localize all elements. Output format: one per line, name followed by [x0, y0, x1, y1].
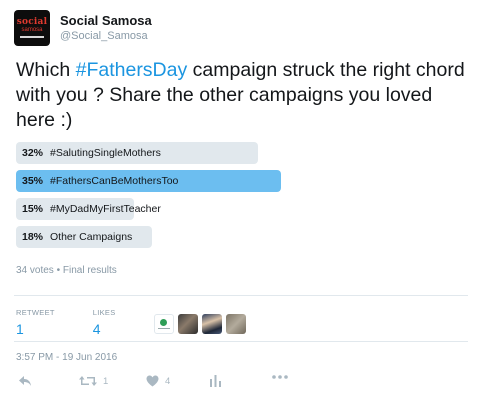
display-name[interactable]: Social Samosa: [60, 13, 152, 29]
tweet-header: social samosa Social Samosa @Social_Samo…: [14, 10, 152, 46]
analytics-button[interactable]: [210, 375, 221, 387]
poll-option-percent: 18%: [22, 231, 44, 243]
poll-option: 32% #SalutingSingleMothers: [16, 142, 284, 164]
like-icon: [146, 375, 159, 387]
avatar-logo-bar: [20, 36, 44, 38]
retweet-button[interactable]: 1: [79, 375, 108, 387]
tweet-text-start: Which: [16, 59, 76, 81]
liker-avatar[interactable]: [153, 314, 174, 334]
retweet-count: 1: [103, 375, 109, 387]
reply-button[interactable]: [18, 375, 32, 387]
poll-option-text: #SalutingSingleMothers: [50, 147, 161, 159]
tweet-actions: 1 4: [16, 375, 316, 395]
like-count: 4: [165, 375, 171, 387]
divider: [14, 295, 468, 296]
liker-avatar[interactable]: [177, 314, 198, 334]
like-button[interactable]: 4: [146, 375, 170, 387]
more-icon: [272, 375, 288, 379]
more-button[interactable]: [272, 375, 288, 379]
retweet-stat-label: RETWEET: [16, 308, 55, 317]
poll-status: Final results: [62, 265, 117, 276]
poll-vote-count: 34 votes: [16, 265, 54, 276]
tweet-stats: RETWEET 1 LIKES 4: [16, 308, 250, 337]
likes-stat[interactable]: LIKES 4: [93, 308, 116, 337]
poll-option-percent: 15%: [22, 203, 44, 215]
poll-option-label: 35% #FathersCanBeMothersToo: [22, 170, 178, 192]
retweet-stat-value: 1: [16, 321, 24, 337]
poll-option-label: 32% #SalutingSingleMothers: [22, 142, 161, 164]
user-handle[interactable]: @Social_Samosa: [60, 29, 152, 44]
tweet-text: Which #FathersDay campaign struck the ri…: [16, 58, 468, 133]
poll-option-percent: 32%: [22, 147, 44, 159]
liker-avatar[interactable]: [201, 314, 222, 334]
likes-stat-value: 4: [92, 321, 101, 337]
poll-option-text: #FathersCanBeMothersToo: [50, 175, 179, 187]
tweet-timestamp[interactable]: 3:57 PM - 19 Jun 2016: [16, 352, 117, 363]
poll-option: 18% Other Campaigns: [16, 226, 284, 248]
poll-summary: 34 votes • Final results: [16, 265, 117, 276]
analytics-icon: [210, 375, 221, 387]
poll-separator: •: [56, 265, 61, 276]
retweet-stat[interactable]: RETWEET 1: [16, 308, 55, 337]
likes-stat-label: LIKES: [92, 308, 116, 317]
avatar[interactable]: social samosa: [14, 10, 50, 46]
retweet-icon: [79, 376, 97, 386]
poll: 32% #SalutingSingleMothers 35% #FathersCan…: [16, 142, 284, 254]
liker-avatar[interactable]: [225, 314, 246, 334]
user-info: Social Samosa @Social_Samosa: [60, 13, 152, 44]
liker-avatars: [153, 314, 250, 334]
poll-option-text: #MyDadMyFirstTeacher: [50, 203, 161, 215]
poll-option-label: 15% #MyDadMyFirstTeacher: [22, 198, 161, 220]
reply-icon: [19, 376, 31, 386]
divider: [14, 341, 468, 342]
avatar-logo-text: social: [16, 17, 48, 27]
poll-option: 35% #FathersCanBeMothersToo: [16, 170, 284, 192]
poll-option: 15% #MyDadMyFirstTeacher: [16, 198, 284, 220]
poll-option-label: 18% Other Campaigns: [22, 226, 132, 248]
hashtag-link[interactable]: #FathersDay: [76, 59, 188, 81]
poll-option-text: Other Campaigns: [50, 231, 133, 243]
poll-option-percent: 35%: [22, 175, 44, 187]
avatar-logo-subtext: samosa: [21, 27, 43, 33]
